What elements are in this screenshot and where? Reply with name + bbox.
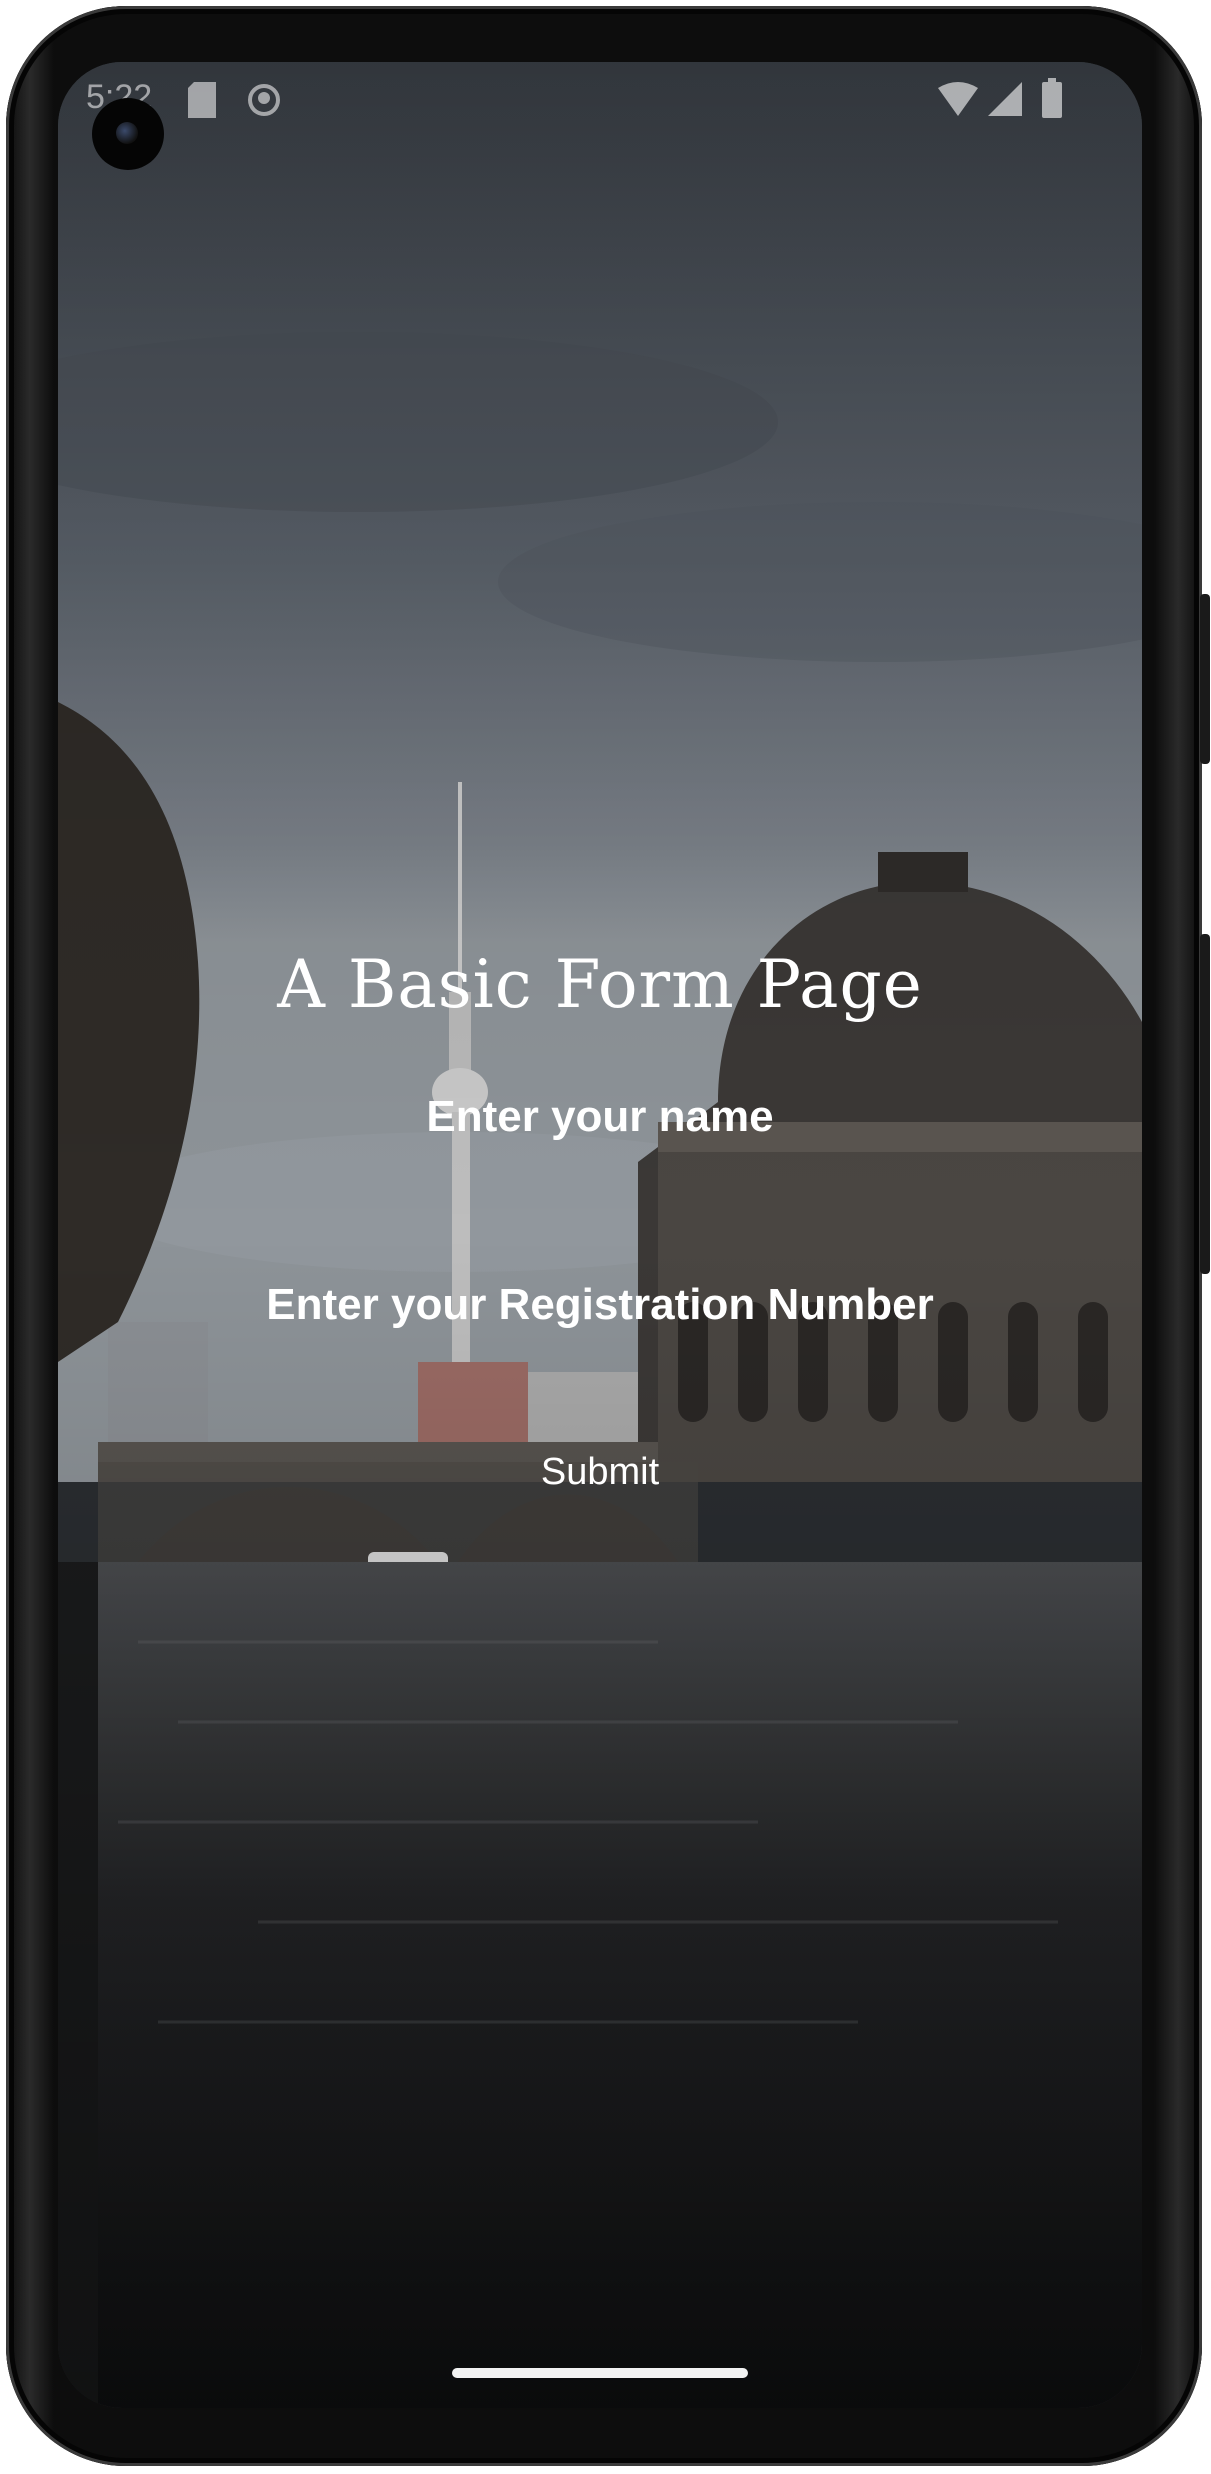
media-icon xyxy=(246,82,282,123)
front-camera xyxy=(92,98,164,170)
background-photo xyxy=(58,62,1142,2408)
submit-button[interactable]: Submit xyxy=(498,1440,702,1504)
status-bar: 5:22 xyxy=(58,62,1142,142)
screen: 5:22 A Basic Form Page Enter your name E… xyxy=(58,62,1142,2408)
sd-card-icon xyxy=(188,82,216,123)
wifi-icon xyxy=(938,82,978,121)
power-button xyxy=(1200,934,1210,1274)
registration-field-label[interactable]: Enter your Registration Number xyxy=(58,1280,1142,1330)
home-indicator[interactable] xyxy=(452,2368,748,2378)
cell-signal-icon xyxy=(988,82,1022,121)
volume-button xyxy=(1200,594,1210,764)
camera-lens-icon xyxy=(116,122,138,144)
name-field-label[interactable]: Enter your name xyxy=(58,1092,1142,1142)
battery-icon xyxy=(1042,78,1062,123)
page-title: A Basic Form Page xyxy=(277,946,923,1023)
